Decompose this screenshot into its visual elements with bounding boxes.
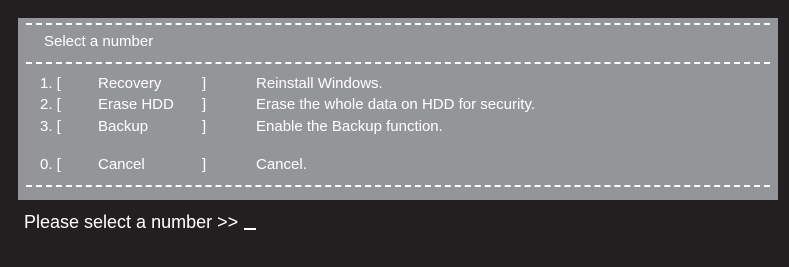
menu-item-description: Enable the Backup function. xyxy=(256,118,443,135)
menu-item-bracket: ] xyxy=(202,156,207,173)
menu-item-erase-hdd[interactable]: 2. [ Erase HDD ] Erase the whole data on… xyxy=(18,96,778,116)
menu-item-backup[interactable]: 3. [ Backup ] Enable the Backup function… xyxy=(18,118,778,138)
title-dashed-divider xyxy=(26,62,770,64)
menu-item-cancel[interactable]: 0. [ Cancel ] Cancel. xyxy=(18,156,778,176)
menu-panel: Select a number 1. [ Recovery ] Reinstal… xyxy=(18,18,778,200)
menu-item-number: 3. [ xyxy=(40,118,61,135)
menu-item-number: 2. [ xyxy=(40,96,61,113)
menu-item-description: Reinstall Windows. xyxy=(256,75,383,92)
top-dashed-divider xyxy=(26,23,770,25)
menu-item-description: Erase the whole data on HDD for security… xyxy=(256,96,536,113)
menu-item-description: Cancel. xyxy=(256,156,307,173)
prompt-text: Please select a number >> xyxy=(24,212,239,232)
recovery-console-screen: Select a number 1. [ Recovery ] Reinstal… xyxy=(0,0,789,267)
menu-item-bracket: ] xyxy=(202,75,207,92)
menu-item-number: 0. [ xyxy=(40,156,61,173)
menu-item-label: Backup xyxy=(98,118,149,135)
menu-item-label: Cancel xyxy=(98,156,145,173)
command-prompt[interactable]: Please select a number >> xyxy=(24,212,257,233)
text-cursor xyxy=(244,228,257,230)
menu-item-bracket: ] xyxy=(202,96,207,113)
menu-title: Select a number xyxy=(44,33,154,50)
menu-item-number: 1. [ xyxy=(40,75,61,92)
menu-item-label: Recovery xyxy=(98,75,162,92)
menu-item-label: Erase HDD xyxy=(98,96,174,113)
bottom-dashed-divider xyxy=(26,185,770,187)
menu-item-recovery[interactable]: 1. [ Recovery ] Reinstall Windows. xyxy=(18,75,778,95)
menu-item-bracket: ] xyxy=(202,118,207,135)
